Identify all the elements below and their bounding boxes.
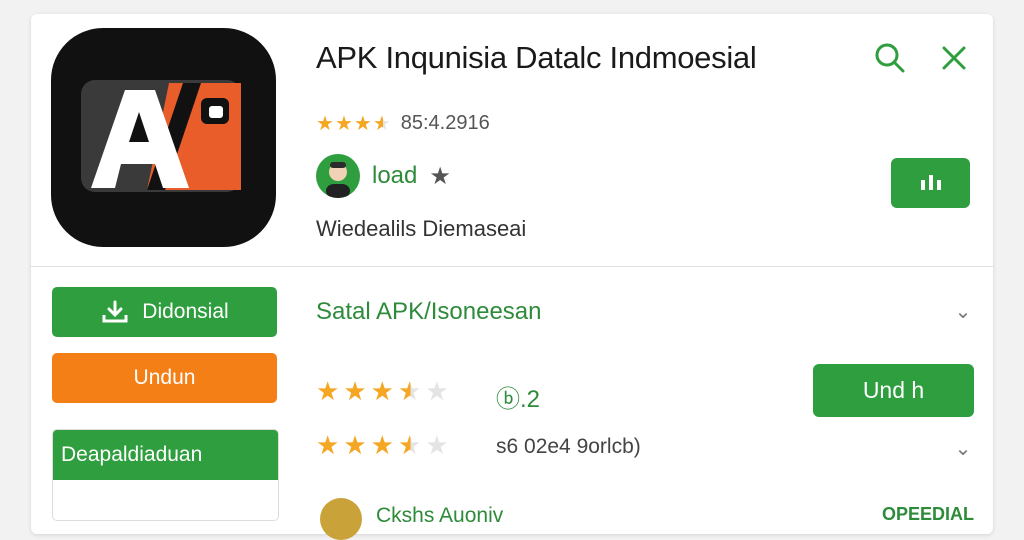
row-value: ⓑ.2 <box>496 386 541 413</box>
action-button[interactable]: Und h <box>813 364 974 417</box>
star-half-icon: ★ <box>397 430 422 460</box>
developer-row[interactable]: load ★ <box>316 154 451 198</box>
star-half-icon: ★ <box>372 112 391 135</box>
list-title[interactable]: Satal APK/Isoneesan <box>316 298 542 326</box>
download-button[interactable]: Didonsial <box>52 287 277 337</box>
rating-stars: ★ ★ ★ ★ <box>316 114 391 134</box>
install-icon <box>920 175 941 190</box>
star-icon: ★ <box>343 376 367 406</box>
star-icon: ★ <box>316 430 340 460</box>
app-subtitle: Wiedealils Diemaseai <box>316 216 527 241</box>
star-icon: ★ <box>370 430 394 460</box>
list-item[interactable]: Ckshs Auoniv OPEEDIAL <box>316 494 976 540</box>
divider <box>31 266 993 267</box>
star-half-icon: ★ <box>397 376 422 406</box>
search-icon[interactable] <box>872 40 908 76</box>
list-item-label: Ckshs Auoniv <box>376 504 504 527</box>
favorite-star-icon[interactable]: ★ <box>429 162 451 191</box>
row-stars: ★ ★ ★ ★ ★ <box>316 378 449 404</box>
developer-name[interactable]: load <box>372 162 417 190</box>
row-stars: ★ ★ ★ ★ ★ <box>316 432 449 458</box>
download-icon <box>102 300 128 323</box>
star-icon: ★ <box>343 430 367 460</box>
star-empty-icon: ★ <box>425 376 449 406</box>
chevron-down-icon[interactable]: ⌄ <box>951 437 975 461</box>
row-value: s6 02e4 9orlcb) <box>496 435 641 458</box>
close-icon[interactable] <box>936 40 972 76</box>
app-logo-icon <box>51 28 276 247</box>
rating-text: 85:4.2916 <box>400 112 490 134</box>
download-label: Didonsial <box>142 300 229 323</box>
star-icon: ★ <box>316 376 340 406</box>
app-title: APK Inqunisia Datalc Indmoesial <box>316 40 757 75</box>
open-link[interactable]: OPEEDIAL <box>882 504 974 525</box>
star-icon: ★ <box>316 112 334 135</box>
star-icon: ★ <box>370 376 394 406</box>
app-rating: ★ ★ ★ ★ 85:4.2916 <box>316 112 490 135</box>
undun-label: Undun <box>133 366 196 389</box>
sidebar-panel[interactable]: Deapaldiaduan <box>52 429 279 521</box>
install-button[interactable] <box>891 158 970 208</box>
avatar <box>320 498 362 540</box>
chevron-down-icon[interactable]: ⌄ <box>951 300 975 324</box>
undun-button[interactable]: Undun <box>52 353 277 403</box>
star-icon: ★ <box>334 112 353 135</box>
star-empty-icon: ★ <box>425 430 449 460</box>
star-icon: ★ <box>353 112 372 135</box>
developer-avatar <box>316 154 360 198</box>
sidebar-panel-header: Deapaldiaduan <box>53 430 278 480</box>
